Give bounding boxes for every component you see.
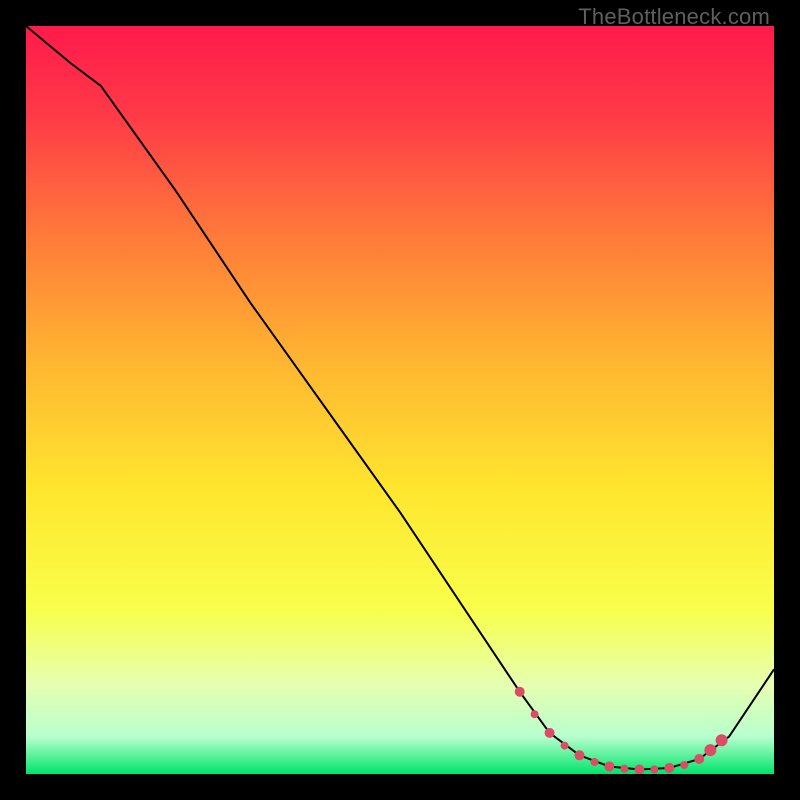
marker-dot	[561, 742, 569, 750]
marker-dot	[664, 763, 674, 773]
marker-dot	[604, 762, 614, 772]
marker-dot	[620, 765, 628, 773]
marker-dot	[650, 766, 658, 774]
marker-dot	[575, 750, 585, 760]
chart-svg	[26, 26, 774, 774]
marker-dot	[515, 687, 525, 697]
marker-dot	[591, 758, 599, 766]
marker-dot	[531, 710, 539, 718]
marker-dot	[716, 734, 728, 746]
marker-dot	[704, 744, 716, 756]
chart-frame	[26, 26, 774, 774]
marker-dot	[694, 754, 704, 764]
marker-dot	[680, 761, 688, 769]
marker-dot	[545, 728, 555, 738]
